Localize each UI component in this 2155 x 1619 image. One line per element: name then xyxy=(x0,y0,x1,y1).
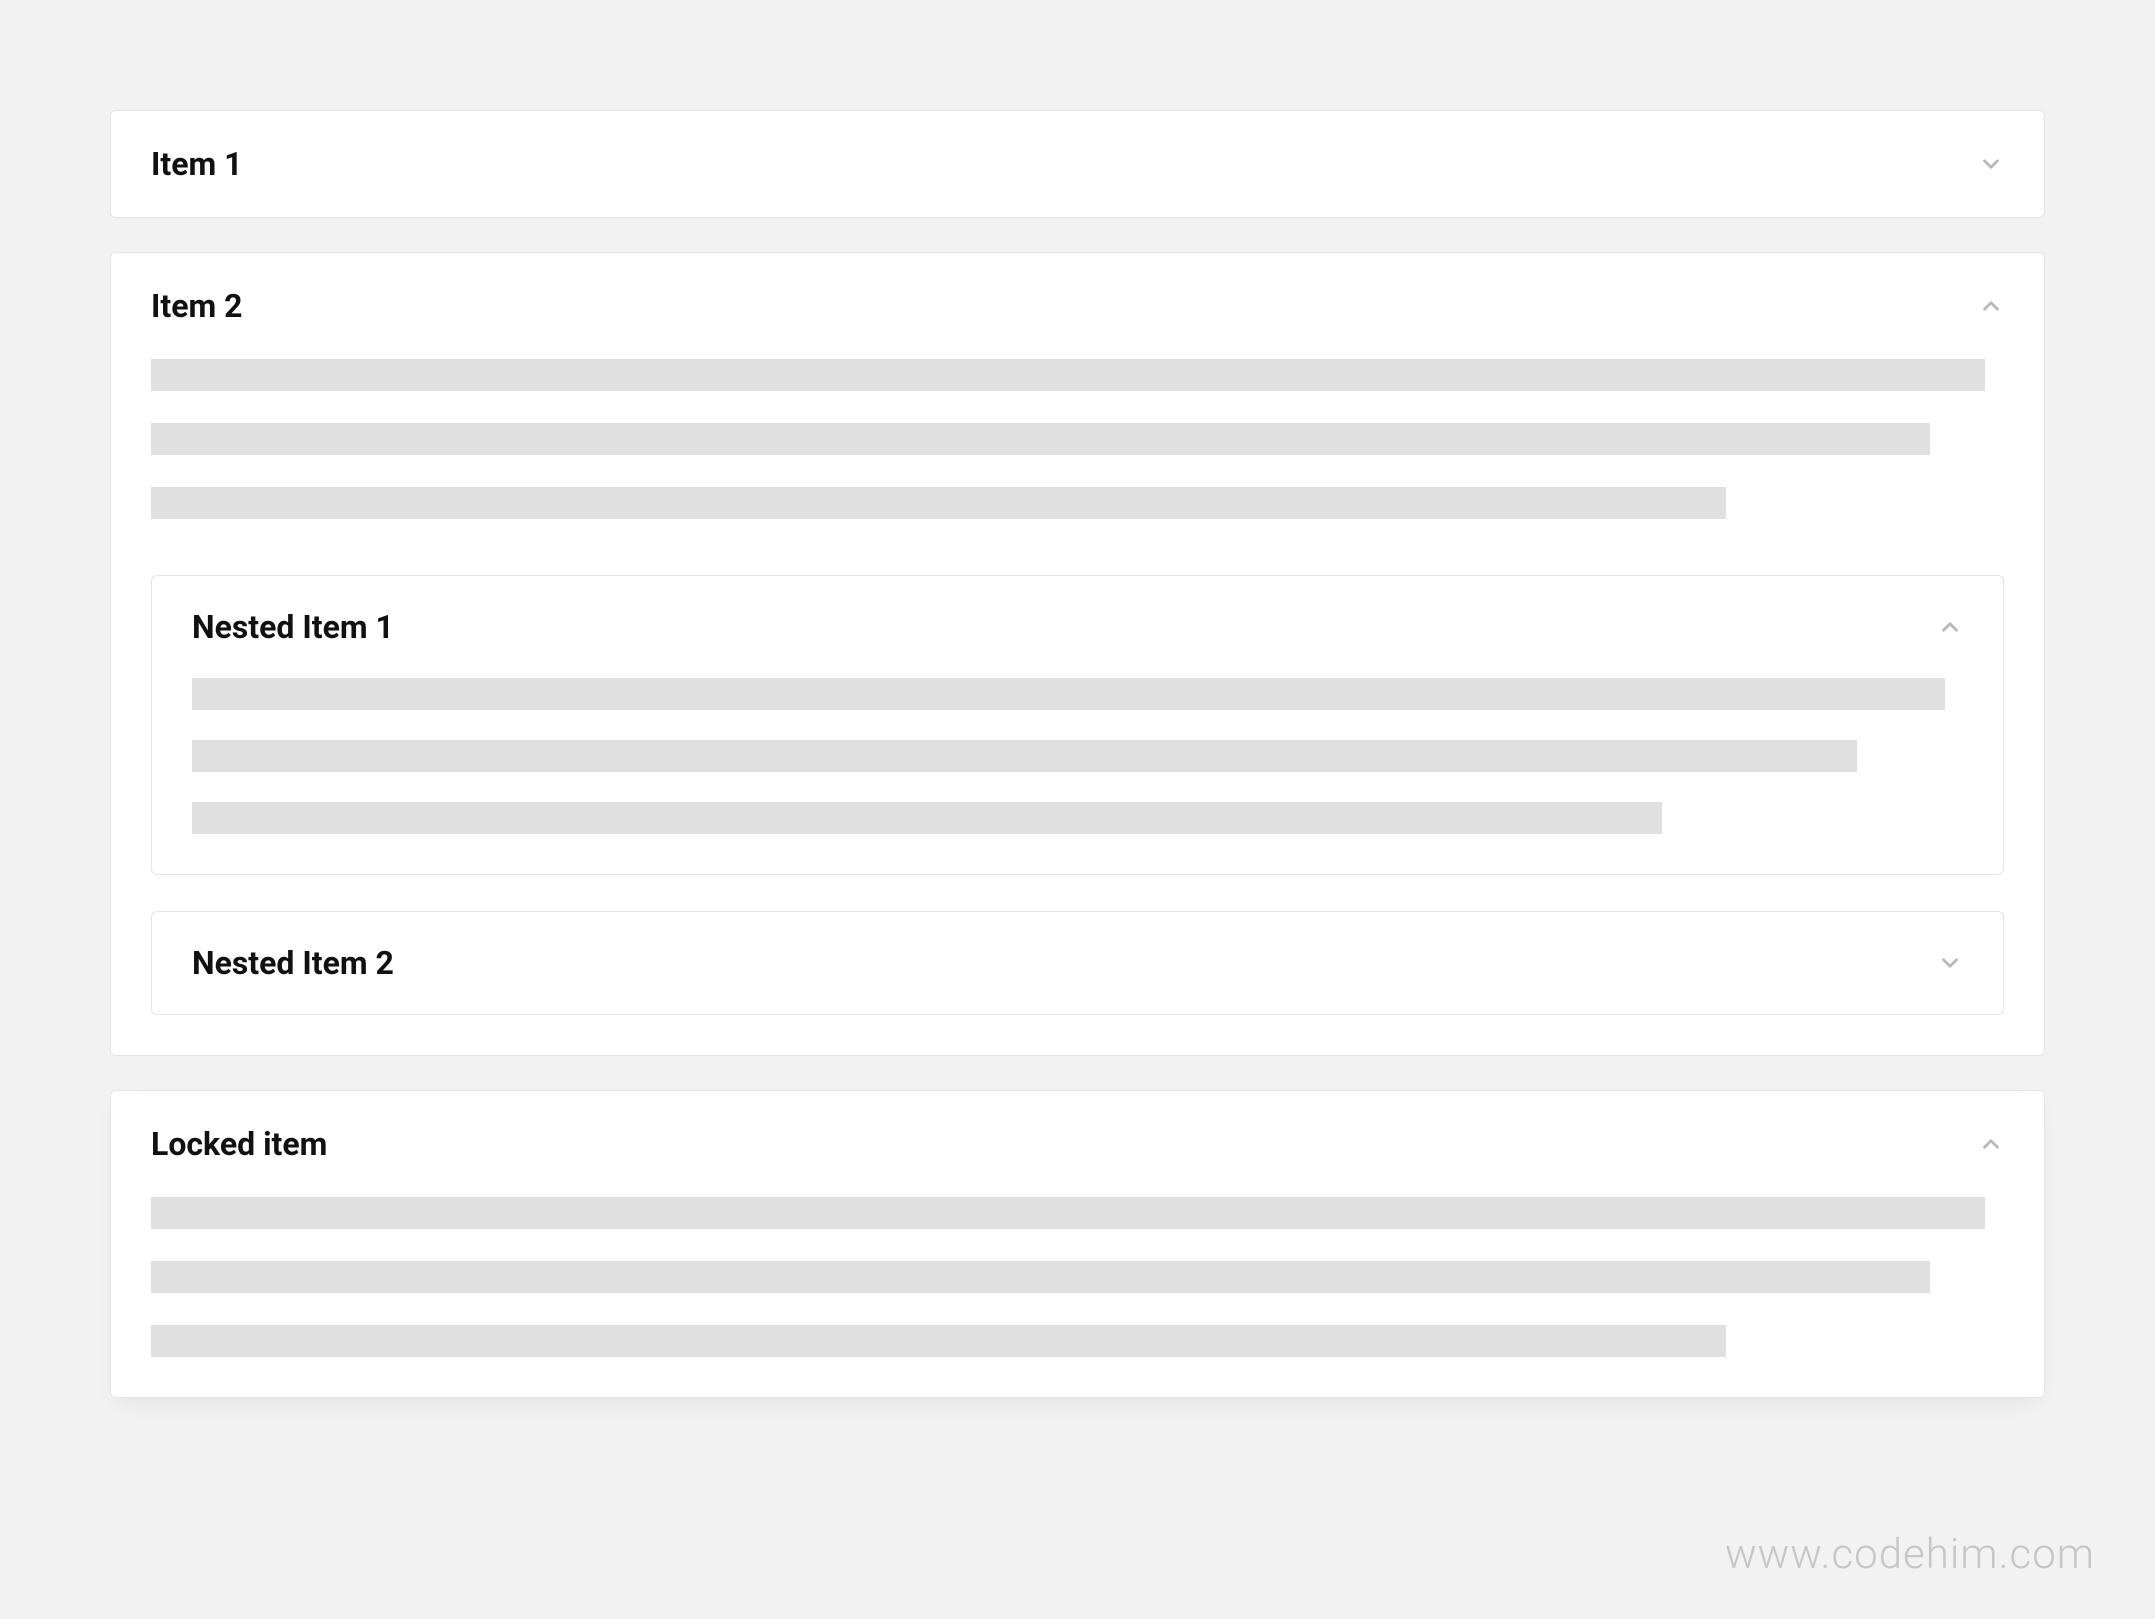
nested-item-1: Nested Item 1 xyxy=(151,575,2004,875)
accordion-header-item-1[interactable]: Item 1 xyxy=(111,111,2044,217)
nested-header-item-2[interactable]: Nested Item 2 xyxy=(152,912,2003,1014)
placeholder-line xyxy=(151,1261,1930,1293)
placeholder-line xyxy=(151,359,1985,391)
placeholder-line xyxy=(192,740,1857,772)
chevron-up-icon xyxy=(1937,614,1963,640)
placeholder-content xyxy=(151,359,2004,519)
placeholder-content xyxy=(192,678,1963,834)
nested-header-item-1[interactable]: Nested Item 1 xyxy=(152,576,2003,678)
placeholder-content xyxy=(151,1197,2004,1357)
watermark-text: www.codehim.com xyxy=(1725,1530,2095,1579)
nested-title: Nested Item 2 xyxy=(192,944,394,982)
accordion-title: Locked item xyxy=(151,1125,327,1163)
chevron-up-icon xyxy=(1978,1131,2004,1157)
chevron-down-icon xyxy=(1937,950,1963,976)
placeholder-line xyxy=(192,802,1662,834)
placeholder-line xyxy=(151,1325,1726,1357)
placeholder-line xyxy=(151,487,1726,519)
accordion-header-locked[interactable]: Locked item xyxy=(111,1091,2044,1197)
accordion-body-item-2: Nested Item 1 xyxy=(111,359,2044,1055)
accordion-item-locked: Locked item xyxy=(110,1090,2045,1398)
nested-body-item-1 xyxy=(152,678,2003,874)
nested-title: Nested Item 1 xyxy=(192,608,394,646)
accordion-header-item-2[interactable]: Item 2 xyxy=(111,253,2044,359)
accordion-body-locked xyxy=(111,1197,2044,1397)
placeholder-line xyxy=(151,1197,1985,1229)
chevron-up-icon xyxy=(1978,293,2004,319)
accordion-item-2: Item 2 Nested Item 1 xyxy=(110,252,2045,1056)
placeholder-line xyxy=(151,423,1930,455)
placeholder-line xyxy=(192,678,1945,710)
accordion-container: Item 1 Item 2 Nested Item 1 xyxy=(110,110,2045,1398)
accordion-title: Item 2 xyxy=(151,287,243,325)
accordion-title: Item 1 xyxy=(151,145,243,183)
accordion-item-1: Item 1 xyxy=(110,110,2045,218)
nested-item-2: Nested Item 2 xyxy=(151,911,2004,1015)
chevron-down-icon xyxy=(1978,151,2004,177)
nested-accordion-container: Nested Item 1 xyxy=(151,575,2004,1015)
